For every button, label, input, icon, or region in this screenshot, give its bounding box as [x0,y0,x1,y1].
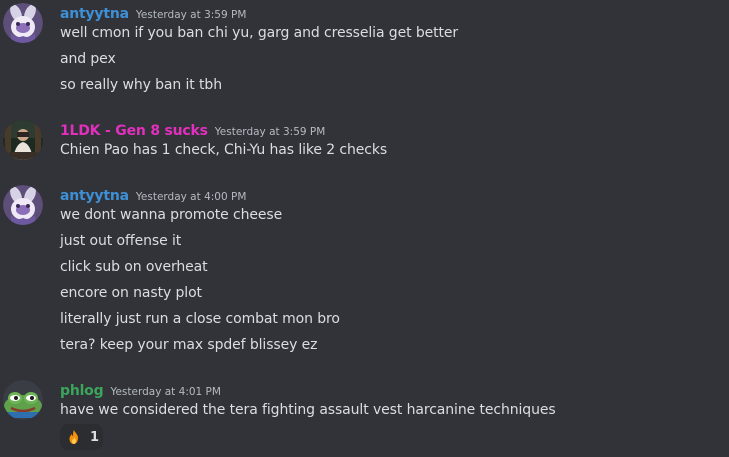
message-line: Chien Pao has 1 check, Chi-Yu has like 2… [60,142,388,158]
message-line: encore on nasty plot [60,285,202,301]
message-line: so really why ban it tbh [60,77,222,93]
chat-messages: antyytna Yesterday at 3:59 PM well cmon i… [0,0,729,457]
message-line: just out offense it [60,233,182,249]
message-line: tera? keep your max spdef blissey ez [60,337,318,353]
timestamp[interactable]: Yesterday at 3:59 PM [215,126,326,138]
timestamp[interactable]: Yesterday at 4:00 PM [136,191,247,203]
message-line: and pex [60,51,116,67]
frog-avatar-icon [3,380,43,420]
username[interactable]: phlog [60,383,104,399]
avatar[interactable] [3,185,43,225]
username[interactable]: 1LDK - Gen 8 sucks [60,123,208,139]
message-line: well cmon if you ban chi yu, garg and cr… [60,25,459,41]
message-line: literally just run a close combat mon br… [60,311,340,327]
avatar[interactable] [3,380,43,420]
photo-avatar-icon [3,120,43,160]
timestamp[interactable]: Yesterday at 3:59 PM [136,9,247,21]
pokemon-avatar-icon [3,185,43,225]
message-line: we dont wanna promote cheese [60,207,283,223]
message-line: click sub on overheat [60,259,208,275]
username[interactable]: antyytna [60,6,129,22]
timestamp[interactable]: Yesterday at 4:01 PM [110,386,221,398]
fire-emoji-icon [69,430,78,444]
reaction-count: 1 [90,429,100,445]
avatar[interactable] [3,120,43,160]
pokemon-avatar-icon [3,3,43,43]
reaction-button[interactable]: 1 [60,424,103,450]
message-line: have we considered the tera fighting ass… [60,402,556,418]
username[interactable]: antyytna [60,188,129,204]
avatar[interactable] [3,3,43,43]
